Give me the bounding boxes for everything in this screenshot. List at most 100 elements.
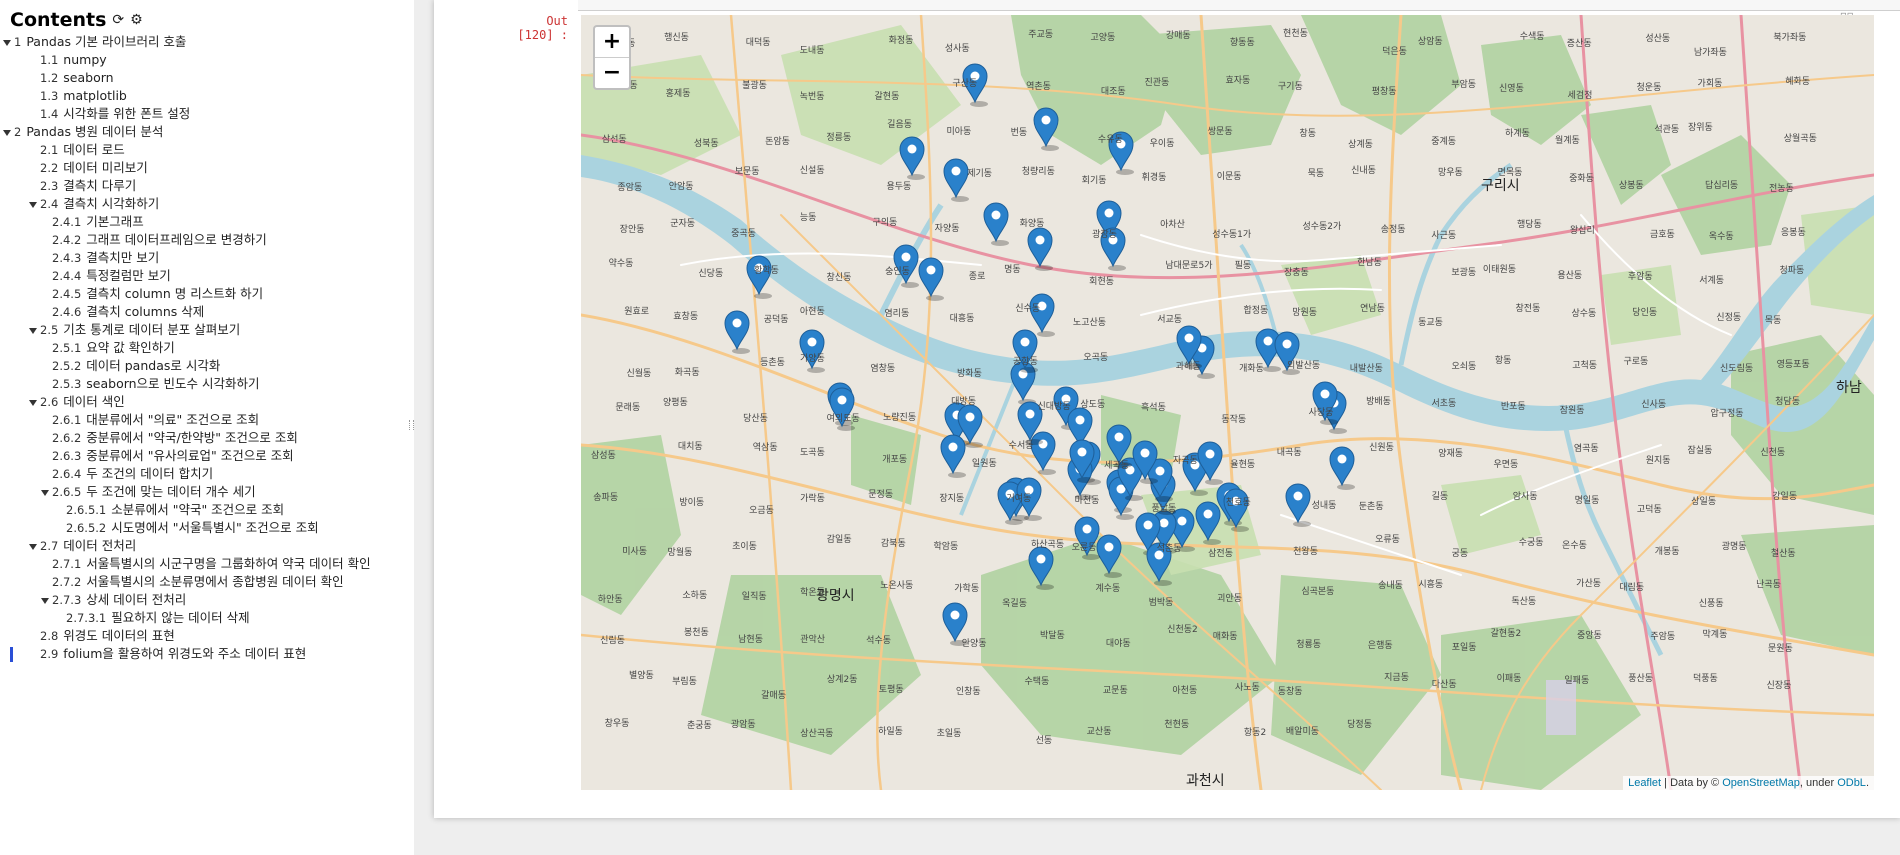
toc-item[interactable]: 2 Pandas 병원 데이터 분석 [0,123,414,141]
map-place-label: 외발산동 [1287,361,1321,372]
toc-item[interactable]: 2.7.3.1 필요하지 않는 데이터 삭제 [0,609,414,627]
map-place-label: 효자동 [1225,75,1251,86]
toc-item[interactable]: 2.6.1 대분류에서 "의료" 조건으로 조회 [0,411,414,429]
toc-item-label: 두 조건에 맞는 데이터 개수 세기 [86,484,256,499]
toc-item[interactable]: 1.4 시각화를 위한 폰트 설정 [0,105,414,123]
map-place-label: 군자동 [670,218,696,229]
map-place-label: 상계2동 [826,675,858,686]
map-place-label: 답십리동 [1705,180,1739,191]
map-place-label: 온수동 [1562,541,1587,552]
toc-item-label: 결측치만 보기 [86,250,160,265]
map-place-label: 문정동 [868,490,894,501]
toc-item[interactable]: 2.6.4 두 조건의 데이터 합치기 [0,465,414,483]
map-place-label: 안암동 [668,182,694,193]
toc-item[interactable]: 2.9 folium을 활용하여 위경도와 주소 데이터 표현 [0,645,414,663]
toc-item[interactable]: 2.6.5.1 소분류에서 "약국" 조건으로 조회 [0,501,414,519]
collapse-caret-icon[interactable] [3,39,11,46]
map-place-label: 원지동 [1645,455,1671,466]
map-place-label: 당산동 [743,413,768,424]
collapse-caret-icon[interactable] [29,399,37,406]
map-city-label: 과천시 [1186,773,1225,789]
map-place-label: 홍제동 [665,89,691,100]
toc-item[interactable]: 2.4.3 결측치만 보기 [0,249,414,267]
toc-item[interactable]: 2.7.2 서울특별시의 소분류명에서 종합병원 데이터 확인 [0,573,414,591]
toc-item[interactable]: 2.6 데이터 색인 [0,393,414,411]
toc-item[interactable]: 2.4.4 특정컬럼만 보기 [0,267,414,285]
toc-item[interactable]: 2.6.2 중분류에서 "약국/한약방" 조건으로 조회 [0,429,414,447]
toc-item[interactable]: 2.6.3 중분류에서 "유사의료업" 조건으로 조회 [0,447,414,465]
toc-item[interactable]: 2.5.2 데이터 pandas로 시각화 [0,357,414,375]
toc-item[interactable]: 2.7.1 서울특별시의 시군구명을 그룹화하여 약국 데이터 확인 [0,555,414,573]
map-place-label: 신내동 [1351,165,1376,176]
gear-icon[interactable]: ⚙ [130,12,143,28]
toc-item-label: 시도명에서 "서울특별시" 조건으로 조회 [111,520,319,535]
map-place-label: 갈매동 [761,690,786,701]
toc-item-number: 2.4 [40,197,59,211]
toc-item-number: 2.4.6 [52,305,82,319]
map-place-label: 궁동 [1451,549,1469,560]
toc-item[interactable]: 2.7 데이터 전처리 [0,537,414,555]
map-place-label: 장충동 [1284,268,1309,279]
toc-item[interactable]: 2.2 데이터 미리보기 [0,159,414,177]
toc-item-label: seaborn [63,70,114,85]
map-place-label: 여의도동 [826,413,860,424]
toc-item[interactable]: 2.8 위경도 데이터의 표현 [0,627,414,645]
zoom-in-button[interactable]: + [595,27,629,57]
map-place-label: 서계동 [1699,275,1725,286]
toc-item[interactable]: 1.2 seaborn [0,69,414,87]
map-place-label: 다산동 [1431,679,1457,690]
toc-item[interactable]: 2.4.2 그래프 데이터프레임으로 변경하기 [0,231,414,249]
collapse-caret-icon[interactable] [41,489,49,496]
map-place-label: 현천동 [1283,29,1308,39]
folium-map[interactable]: 토당동행신동대덕동도내동화정동성사동주교동고양동강매동향동동현천동덕은동상암동수… [581,15,1874,790]
collapse-caret-icon[interactable] [3,129,11,136]
toc-item[interactable]: 2.6.5 두 조건에 맞는 데이터 개수 세기 [0,483,414,501]
map-place-label: 신수동 [1015,304,1041,315]
zoom-out-button[interactable]: − [595,57,629,88]
toc-item[interactable]: 2.4.5 결측치 column 명 리스트화 하기 [0,285,414,303]
toc-item-number: 2.5.1 [52,341,82,355]
collapse-caret-icon[interactable] [29,201,37,208]
toc-item[interactable]: 2.3 결측치 다루기 [0,177,414,195]
toc-item[interactable]: 2.1 데이터 로드 [0,141,414,159]
toc-item[interactable]: 2.6.5.2 시도명에서 "서울특별시" 조건으로 조회 [0,519,414,537]
toc-item[interactable]: 2.4 결측치 시각화하기 [0,195,414,213]
collapse-caret-icon[interactable] [41,597,49,604]
map-place-label: 오금동 [749,506,774,517]
map-place-label: 이태원동 [1482,265,1517,276]
toc-item[interactable]: 2.5.1 요약 값 확인하기 [0,339,414,357]
map-place-label: 아천동 [1172,686,1198,697]
map-place-label: 신월동 [626,368,652,379]
osm-link[interactable]: OpenStreetMap [1722,777,1800,789]
sidebar-splitter[interactable] [409,420,414,430]
toc-item[interactable]: 1 Pandas 기본 라이브러리 호출 [0,33,414,51]
map-place-label: 양재동 [1438,448,1464,459]
map-place-label: 하안동 [597,595,623,606]
map-place-label: 방이동 [679,498,705,509]
toc-item[interactable]: 2.4.1 기본그래프 [0,213,414,231]
toc-item[interactable]: 2.4.6 결측치 columns 삭제 [0,303,414,321]
map-place-label: 방배동 [1366,396,1391,407]
map-place-label: 용산동 [1557,270,1583,281]
map-place-label: 대야동 [1105,638,1131,649]
map-place-label: 박달동 [1039,631,1065,642]
map-place-label: 아차산 [1160,220,1185,231]
map-place-label: 개화동 [1239,363,1264,374]
collapse-caret-icon[interactable] [29,543,37,550]
map-place-label: 교산동 [1086,727,1112,738]
toc-item-label: 중분류에서 "약국/한약방" 조건으로 조회 [86,430,298,445]
toc-item-number: 2.4.4 [52,269,82,283]
toc-item[interactable]: 2.7.3 상세 데이터 전처리 [0,591,414,609]
odbl-link[interactable]: ODbL [1837,777,1866,789]
map-city-label: 구리시 [1481,178,1520,194]
toc-item[interactable]: 2.5 기초 통계로 데이터 분포 살펴보기 [0,321,414,339]
toc-item[interactable]: 1.1 numpy [0,51,414,69]
leaflet-link[interactable]: Leaflet [1628,777,1661,789]
toc-item-number: 2.6 [40,395,59,409]
map-place-label: 역촌동 [1026,81,1051,92]
collapse-caret-icon[interactable] [29,327,37,334]
refresh-icon[interactable]: ⟳ [112,12,124,28]
toc-item[interactable]: 1.3 matplotlib [0,87,414,105]
map-place-label: 신장동 [1766,680,1792,691]
toc-item[interactable]: 2.5.3 seaborn으로 빈도수 시각화하기 [0,375,414,393]
